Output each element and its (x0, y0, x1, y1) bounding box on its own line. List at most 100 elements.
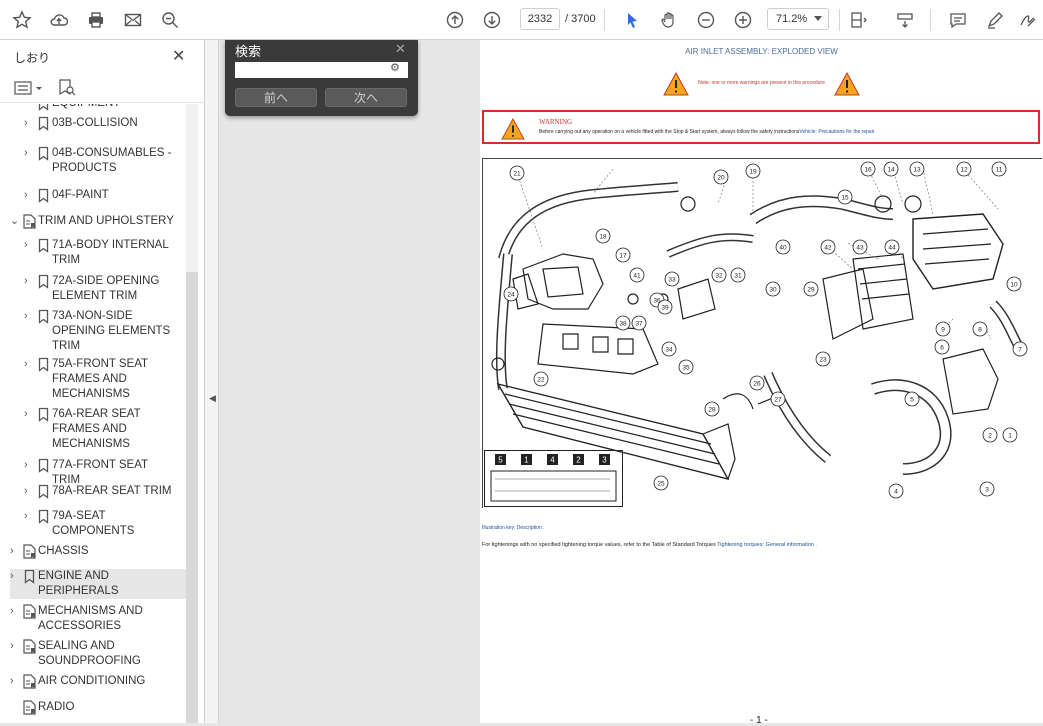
bookmark-item[interactable]: › 03B-COLLISION (24, 116, 186, 131)
chevron-right-icon[interactable]: › (24, 146, 34, 176)
inset-callout-number: 2 (576, 456, 581, 465)
callout-number: 37 (635, 321, 643, 328)
bookmark-item[interactable]: › 73A-NON-SIDE OPENING ELEMENTS TRIM (24, 309, 186, 354)
bookmark-item[interactable]: › 76A-REAR SEAT FRAMES AND MECHANISMS (24, 407, 186, 452)
select-cursor-icon[interactable] (619, 8, 645, 32)
chevron-right-icon[interactable]: › (24, 509, 34, 539)
chevron-right-icon[interactable]: › (24, 357, 34, 402)
bookmark-item[interactable]: › 04F-PAINT (24, 188, 186, 203)
bookmark-item[interactable]: › CHASSIS (10, 544, 186, 559)
callout-number: 25 (657, 481, 665, 488)
next-result-button[interactable]: 次へ (325, 88, 407, 107)
bookmark-icon (34, 238, 52, 268)
chevron-right-icon[interactable]: › (10, 639, 20, 669)
comment-icon[interactable] (945, 8, 971, 32)
zoom-in-icon[interactable] (730, 8, 756, 32)
callout-number: 32 (715, 273, 723, 280)
bookmark-item[interactable]: › 72A-SIDE OPENING ELEMENT TRIM (24, 274, 186, 304)
chevron-down-icon[interactable]: ⌄ (10, 214, 20, 229)
warning-note: Note: one or more warnings are present i… (698, 80, 825, 86)
chevron-right-icon[interactable]: › (10, 604, 20, 634)
callout-number: 9 (941, 327, 945, 334)
upload-cloud-icon[interactable] (46, 8, 72, 32)
bookmark-label: 76A-REAR SEAT FRAMES AND MECHANISMS (52, 408, 141, 450)
bookmark-label: SEALING AND SOUNDPROOFING (38, 640, 141, 667)
bookmark-item[interactable]: EQUIPMENT (24, 104, 186, 111)
callout-number: 14 (887, 167, 895, 174)
zoom-search-icon[interactable] (157, 8, 183, 32)
chevron-right-icon[interactable]: › (24, 407, 34, 452)
search-popup: 検索 ✕ ⚙ 前へ 次へ (225, 40, 418, 116)
chevron-right-icon[interactable]: › (24, 188, 34, 203)
document-bookmark-icon (20, 700, 38, 715)
bookmark-item[interactable]: › 79A-SEAT COMPONENTS (24, 509, 186, 539)
chevron-right-icon[interactable]: › (24, 484, 34, 499)
bookmark-icon (34, 309, 52, 354)
bookmark-item[interactable]: ⌄ TRIM AND UPHOLSTERY (10, 214, 186, 229)
zoom-out-icon[interactable] (693, 8, 719, 32)
callout-number: 44 (888, 245, 896, 252)
bookmark-item[interactable]: › AIR CONDITIONING (10, 674, 186, 689)
scrollbar-thumb[interactable] (186, 272, 198, 723)
hand-tool-icon[interactable] (656, 8, 682, 32)
page-fit-icon[interactable] (846, 8, 872, 32)
tightening-torques-link[interactable]: Tightening torques: General information … (717, 542, 817, 548)
chevron-right-icon[interactable]: › (24, 116, 34, 131)
callout-number: 21 (513, 171, 521, 178)
panel-collapse-handle[interactable]: ◀ (205, 40, 219, 723)
callout-number: 19 (749, 169, 757, 176)
illustration-key[interactable]: Illustration key: Description . (482, 525, 545, 531)
callout-number: 24 (507, 292, 515, 299)
callout-number: 41 (633, 273, 641, 280)
zoom-level-select[interactable]: 71.2% (767, 8, 829, 30)
star-icon[interactable] (9, 8, 35, 32)
chevron-right-icon[interactable]: › (10, 674, 20, 689)
bookmark-icon (20, 569, 38, 599)
chevron-right-icon[interactable]: › (10, 569, 20, 599)
chevron-right-icon[interactable]: › (10, 544, 20, 559)
callout-number: 6 (940, 345, 944, 352)
bookmarks-panel: しおり ✕ EQUIPMENT › 03B-COLLISION › 04B-CONSUM… (0, 40, 205, 723)
callout-number: 7 (1018, 347, 1022, 354)
chevron-down-icon (814, 16, 822, 21)
tightening-note: For tightenings with no specified tighte… (482, 542, 817, 548)
search-input[interactable] (235, 62, 408, 78)
find-bookmark-icon[interactable] (58, 78, 76, 103)
chevron-right-icon[interactable]: › (24, 238, 34, 268)
precautions-link[interactable]: Vehicle: Precautions for the repair (799, 129, 874, 135)
callout-number: 39 (661, 305, 669, 312)
bookmark-item[interactable]: › 75A-FRONT SEAT FRAMES AND MECHANISMS (24, 357, 186, 402)
page-number-input[interactable]: 2332 (520, 8, 560, 30)
bookmark-item[interactable]: RADIO (10, 700, 186, 715)
bookmark-item[interactable]: › 71A-BODY INTERNAL TRIM (24, 238, 186, 268)
bookmark-label: ENGINE AND PERIPHERALS (38, 570, 119, 597)
chevron-right-icon[interactable]: › (24, 274, 34, 304)
prev-result-button[interactable]: 前へ (235, 88, 317, 107)
mail-icon[interactable] (120, 8, 146, 32)
gear-icon[interactable]: ⚙ (390, 61, 400, 74)
callout-number: 28 (708, 407, 716, 414)
next-page-icon[interactable] (479, 8, 505, 32)
bookmark-item[interactable]: › MECHANISMS AND ACCESSORIES (10, 604, 186, 634)
bookmark-item[interactable]: › ENGINE AND PERIPHERALS (10, 569, 186, 599)
chevron-right-icon[interactable] (24, 104, 34, 111)
bookmark-icon (34, 188, 52, 203)
close-icon[interactable]: ✕ (172, 46, 185, 66)
scroll-mode-icon[interactable] (892, 8, 918, 32)
close-icon[interactable]: ✕ (395, 41, 406, 57)
document-bookmark-icon (20, 544, 38, 559)
bookmark-item[interactable]: › 04B-CONSUMABLES - PRODUCTS (24, 146, 186, 176)
page-number-label: - 1 - (750, 715, 768, 726)
options-menu-icon[interactable] (14, 80, 44, 101)
prev-page-icon[interactable] (442, 8, 468, 32)
chevron-right-icon[interactable] (10, 700, 20, 715)
highlight-pen-icon[interactable] (982, 8, 1008, 32)
callout-number: 1 (1008, 433, 1012, 440)
draw-signature-icon[interactable] (1015, 8, 1041, 32)
bookmark-label: 79A-SEAT COMPONENTS (52, 510, 135, 537)
print-icon[interactable] (83, 8, 109, 32)
bookmark-item[interactable]: › 78A-REAR SEAT TRIM (24, 484, 186, 499)
inset-callout-number: 4 (550, 456, 555, 465)
chevron-right-icon[interactable]: › (24, 309, 34, 354)
bookmark-item[interactable]: › SEALING AND SOUNDPROOFING (10, 639, 186, 669)
